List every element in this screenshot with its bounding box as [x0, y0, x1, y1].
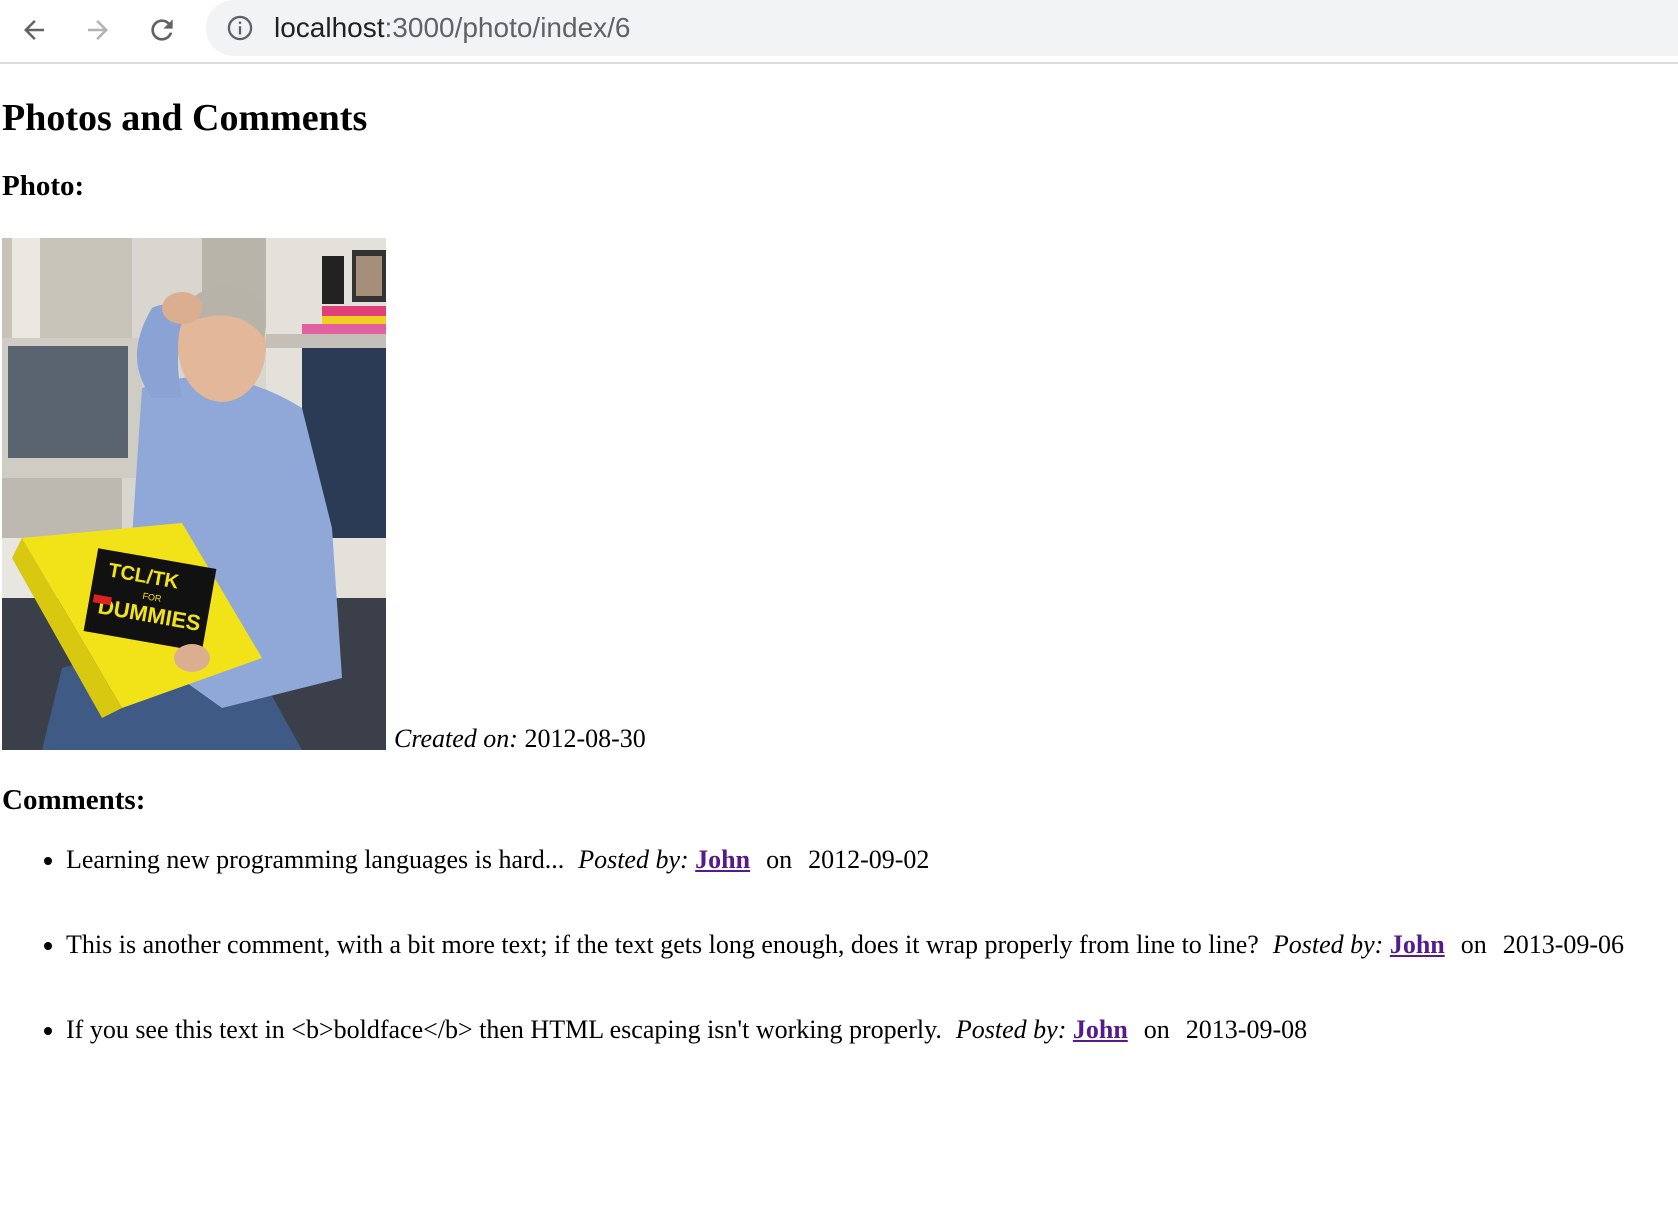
posted-by-label: Posted by:: [1272, 930, 1384, 959]
comments-heading: Comments:: [2, 784, 146, 816]
created-date: 2012-08-30: [524, 724, 646, 753]
comment-text: Learning new programming languages is ha…: [66, 845, 565, 874]
url-host: localhost: [274, 12, 385, 43]
url-text[interactable]: localhost:3000/photo/index/6: [274, 12, 631, 44]
address-bar[interactable]: localhost:3000/photo/index/6: [206, 0, 1678, 56]
back-button[interactable]: [12, 8, 56, 52]
comment-date: 2013-09-06: [1502, 930, 1625, 959]
comment-date: 2013-09-08: [1185, 1015, 1308, 1044]
page-title: Photos and Comments: [2, 97, 368, 139]
on-label: on: [1143, 1015, 1170, 1044]
comment-date: 2012-09-02: [808, 845, 930, 874]
url-path: :3000/photo/index/6: [384, 12, 631, 43]
photo-heading: Photo:: [2, 170, 85, 202]
comment-item: Learning new programming languages is ha…: [66, 844, 1602, 876]
arrow-right-icon: [88, 20, 108, 40]
comment-text: If you see this text in <b>boldface</b> …: [66, 1015, 942, 1044]
photo-block: TCL/TK FOR DUMMIES Created on: 2012-08-3…: [2, 238, 646, 753]
forward-button[interactable]: [76, 8, 120, 52]
comment-item: If you see this text in <b>boldface</b> …: [66, 1014, 1602, 1046]
posted-by-label: Posted by:: [578, 845, 689, 874]
reload-button[interactable]: [140, 8, 184, 52]
browser-toolbar: localhost:3000/photo/index/6: [0, 0, 1678, 64]
reload-icon: [151, 19, 173, 41]
arrow-left-icon: [24, 20, 44, 40]
author-link[interactable]: John: [695, 845, 750, 874]
created-info: Created on: 2012-08-30: [394, 724, 646, 754]
comments-list: Learning new programming languages is ha…: [2, 844, 1624, 1046]
photo-image: TCL/TK FOR DUMMIES: [2, 238, 386, 750]
on-label: on: [1460, 930, 1487, 959]
comment-text: This is another comment, with a bit more…: [66, 930, 1259, 959]
author-link[interactable]: John: [1390, 930, 1445, 959]
posted-by-label: Posted by:: [955, 1015, 1067, 1044]
author-link[interactable]: John: [1073, 1015, 1128, 1044]
on-label: on: [766, 845, 793, 874]
comment-item: This is another comment, with a bit more…: [66, 929, 1624, 961]
created-label: Created on:: [394, 724, 518, 753]
info-icon[interactable]: [226, 14, 254, 42]
